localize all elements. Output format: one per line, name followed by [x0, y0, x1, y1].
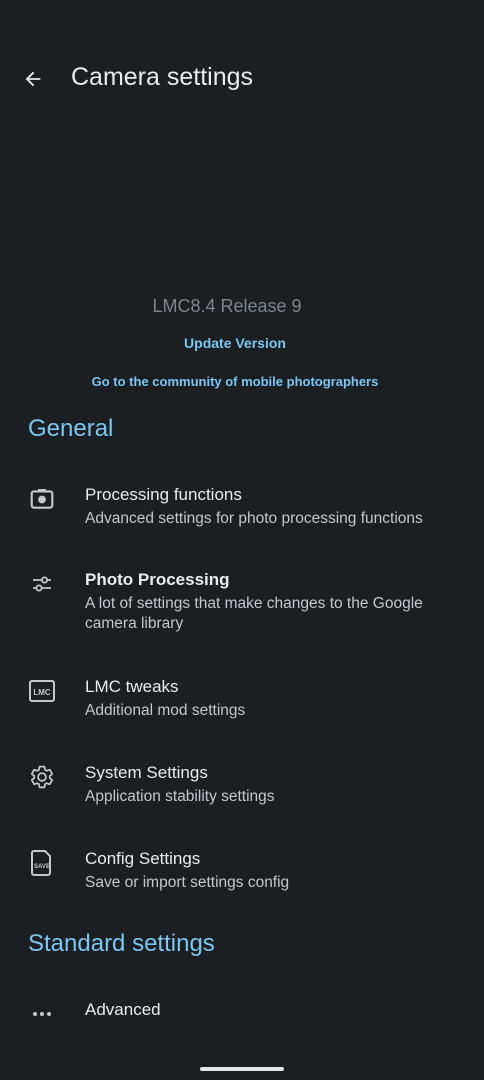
item-title: Photo Processing [85, 570, 230, 589]
sliders-icon [28, 570, 56, 598]
gear-icon [28, 763, 56, 791]
settings-item-processing-functions[interactable]: Processing functions Advanced settings f… [0, 485, 484, 535]
settings-item-system-settings[interactable]: System Settings Application stability se… [0, 763, 484, 811]
item-subtitle: Save or import settings config [85, 874, 290, 891]
community-link[interactable]: Go to the community of mobile photograph… [0, 374, 470, 389]
save-file-icon: SAVE [28, 849, 56, 877]
settings-item-advanced[interactable]: Advanced [0, 1000, 484, 1028]
section-header-general: General [28, 415, 114, 442]
item-title: Advanced [85, 1000, 161, 1019]
lmc-icon: LMC [28, 677, 56, 705]
settings-item-lmc-tweaks[interactable]: LMC LMC tweaks Additional mod settings [0, 677, 484, 725]
settings-item-config-settings[interactable]: SAVE Config Settings Save or import sett… [0, 849, 484, 897]
item-title: Config Settings [85, 849, 201, 868]
more-horizontal-icon [28, 1000, 56, 1028]
item-title: Processing functions [85, 485, 242, 504]
section-header-standard-settings: Standard settings [28, 930, 215, 957]
item-title: System Settings [85, 763, 208, 782]
page-title: Camera settings [71, 63, 254, 91]
back-button[interactable] [16, 62, 50, 96]
update-version-link[interactable]: Update Version [0, 335, 470, 351]
item-title: LMC tweaks [85, 677, 179, 696]
arrow-back-icon [25, 71, 41, 87]
gesture-nav-handle[interactable] [200, 1067, 284, 1071]
lmc-icon-text: LMC [33, 688, 51, 697]
settings-screen: Camera settings LMC8.4 Release 9 Update … [0, 0, 484, 1080]
top-app-bar: Camera settings [0, 48, 484, 112]
version-label: LMC8.4 Release 9 [152, 296, 302, 316]
item-subtitle: Additional mod settings [85, 702, 246, 719]
item-subtitle: Advanced settings for photo processing f… [85, 510, 423, 527]
settings-item-photo-processing[interactable]: Photo Processing A lot of settings that … [0, 570, 484, 636]
camera-icon [28, 485, 56, 513]
item-subtitle: Application stability settings [85, 788, 275, 805]
save-icon-text: SAVE [34, 864, 50, 870]
item-subtitle: A lot of settings that make changes to t… [85, 595, 423, 632]
